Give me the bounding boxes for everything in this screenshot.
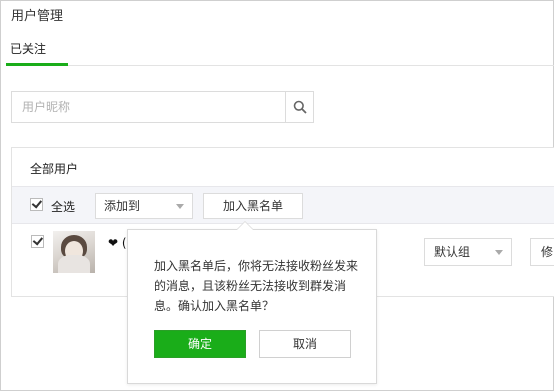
- popover-arrow-inner: [237, 222, 253, 230]
- group-label: 默认组: [434, 245, 471, 259]
- checkmark-icon: [31, 197, 42, 209]
- chevron-down-icon: [176, 204, 184, 209]
- user-nickname[interactable]: ❤ (: [108, 236, 127, 250]
- search-input[interactable]: [12, 92, 286, 122]
- blacklist-confirm-popover: 加入黑名单后，你将无法接收粉丝发来的消息，且该粉丝无法接收到群发消息。确认加入黑…: [127, 221, 377, 384]
- user-group-dropdown[interactable]: 默认组: [424, 238, 512, 266]
- avatar-hood: [58, 255, 90, 273]
- select-all-label: 全选: [51, 200, 76, 214]
- cancel-button[interactable]: 取消: [259, 330, 351, 358]
- active-tab-indicator: [6, 63, 68, 66]
- page-title: 用户管理: [11, 9, 64, 24]
- checkmark-icon: [32, 234, 43, 246]
- search-icon: [293, 100, 307, 114]
- add-to-group-dropdown[interactable]: 添加到: [95, 193, 193, 219]
- tabs-divider: [6, 65, 554, 66]
- popover-message: 加入黑名单后，你将无法接收粉丝发来的消息，且该粉丝无法接收到群发消息。确认加入黑…: [154, 259, 359, 313]
- user-management-page: 用户管理 已关注 全部用户 全选 添加到 加入黑名单: [0, 0, 554, 391]
- chevron-down-icon: [495, 250, 503, 255]
- user-row-checkbox[interactable]: [31, 234, 44, 248]
- edit-remark-button[interactable]: 修: [530, 238, 554, 266]
- panel-title: 全部用户: [30, 162, 79, 176]
- bulk-toolbar: 全选 添加到 加入黑名单: [12, 186, 554, 224]
- avatar[interactable]: [53, 231, 95, 273]
- add-to-label: 添加到: [104, 199, 141, 213]
- search-button[interactable]: [285, 92, 313, 122]
- confirm-button[interactable]: 确定: [154, 330, 246, 358]
- tab-followed[interactable]: 已关注: [10, 40, 46, 57]
- search-box: [11, 91, 314, 123]
- select-all-checkbox[interactable]: [30, 197, 43, 211]
- add-to-blacklist-button[interactable]: 加入黑名单: [203, 193, 303, 219]
